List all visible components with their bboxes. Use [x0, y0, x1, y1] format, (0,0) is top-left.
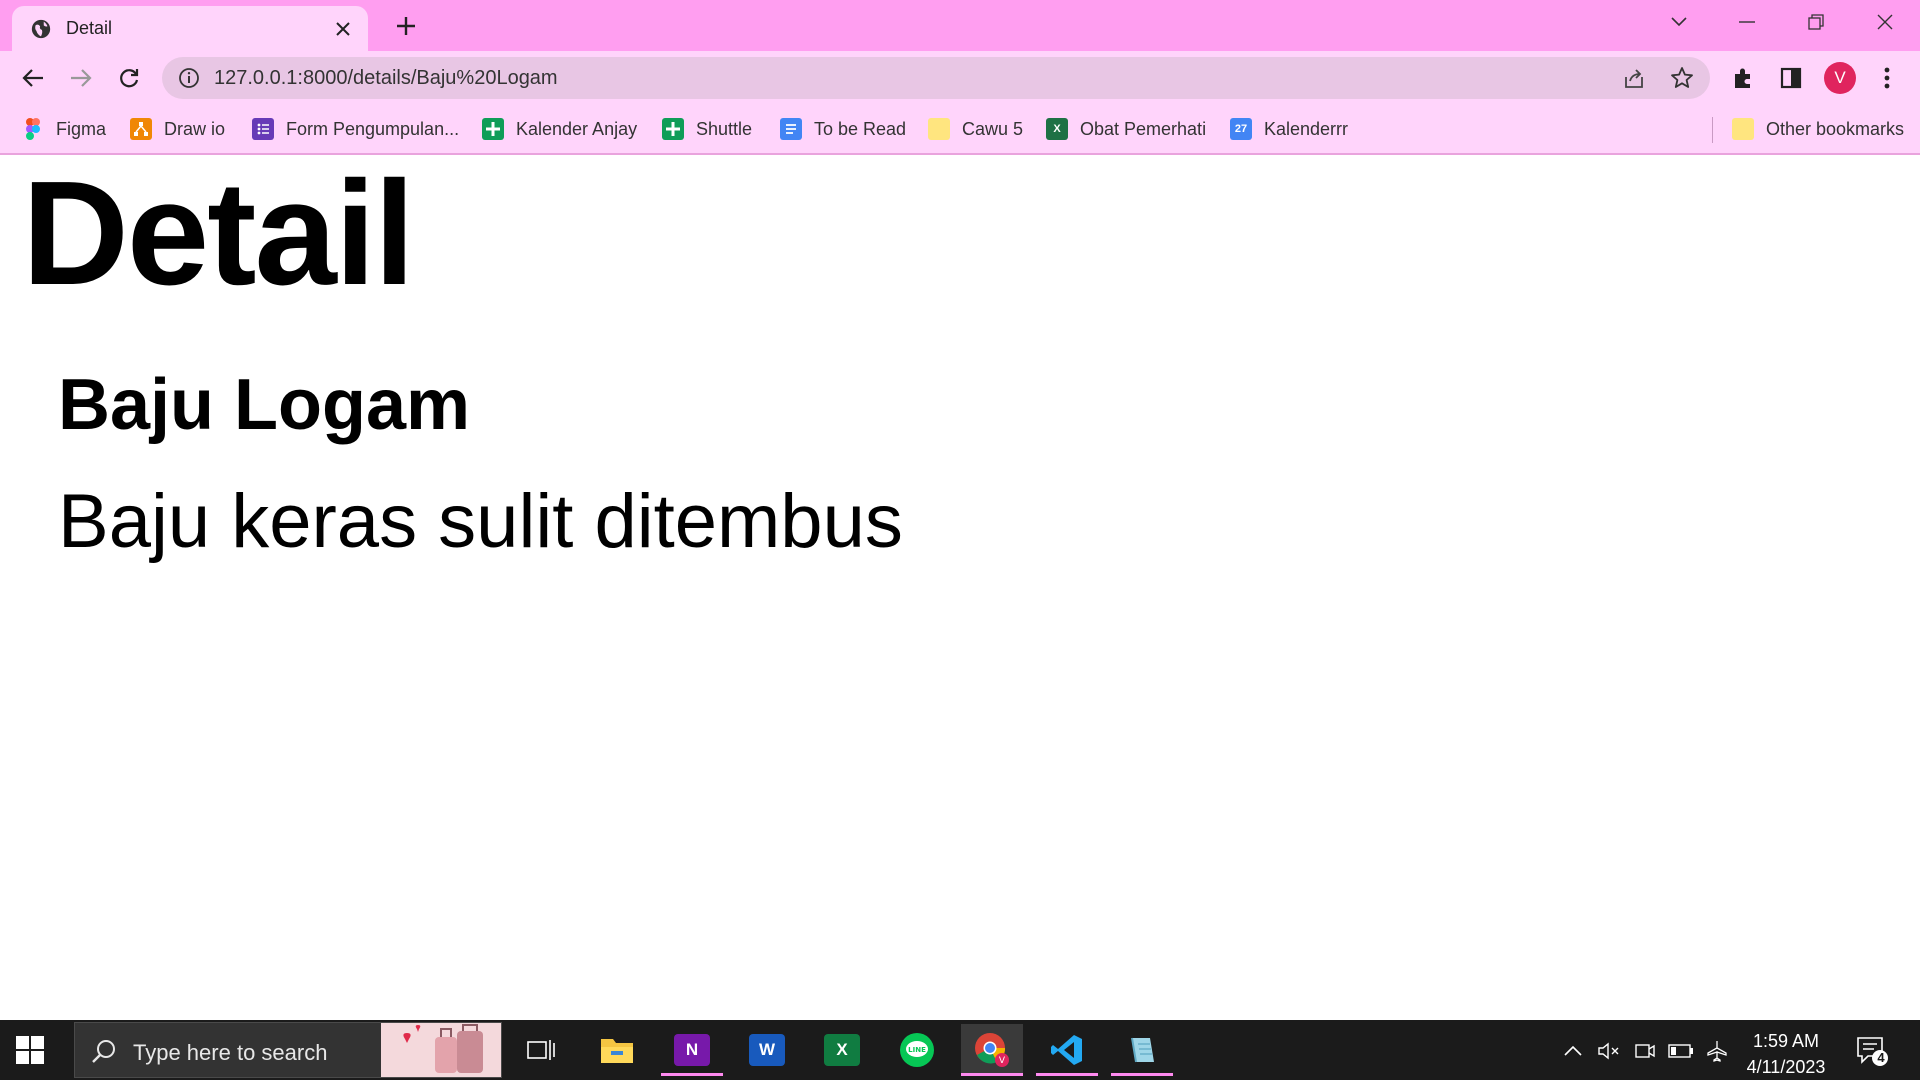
- folder-icon: [928, 118, 950, 140]
- volume-muted-icon[interactable]: [1596, 1038, 1622, 1064]
- other-bookmarks-label: Other bookmarks: [1766, 118, 1905, 139]
- bookmark-to-be-read[interactable]: To be Read: [780, 115, 906, 143]
- chrome-icon[interactable]: V: [961, 1024, 1023, 1076]
- browser-tab[interactable]: Detail: [12, 6, 368, 51]
- action-center-icon[interactable]: 4: [1854, 1034, 1890, 1068]
- clock-date: 4/11/2023: [1746, 1057, 1826, 1077]
- close-window-icon[interactable]: [1867, 8, 1903, 36]
- forward-button[interactable]: [66, 63, 96, 93]
- site-info-icon[interactable]: [178, 67, 200, 89]
- address-bar[interactable]: 127.0.0.1:8000/details/Baju%20Logam: [162, 57, 1710, 99]
- notification-count-badge: 4: [1877, 1050, 1885, 1065]
- windows-start-icon[interactable]: [16, 1036, 52, 1064]
- bookmarks-bar: Figma Draw io Form Pengumpulan... Kalend…: [0, 105, 1920, 155]
- taskbar-search-box[interactable]: Type here to search: [74, 1022, 502, 1078]
- svg-text:V: V: [999, 1056, 1006, 1066]
- windows-taskbar: Type here to search N W X LINE V 1:59 AM…: [0, 1020, 1920, 1080]
- globe-icon: [31, 19, 51, 38]
- item-description: Baju keras sulit ditembus: [58, 479, 903, 564]
- forms-icon: [252, 118, 274, 140]
- meet-now-icon[interactable]: [1632, 1038, 1658, 1064]
- url-text[interactable]: 127.0.0.1:8000/details/Baju%20Logam: [214, 67, 558, 90]
- folder-icon: [1732, 118, 1754, 140]
- bookmark-label: Kalender Anjay: [516, 118, 638, 139]
- extensions-icon[interactable]: [1728, 63, 1758, 93]
- side-panel-icon[interactable]: [1776, 63, 1806, 93]
- bookmark-figma[interactable]: Figma: [22, 115, 106, 143]
- bookmark-label: Obat Pemerhati: [1080, 118, 1207, 139]
- bookmark-label: Shuttle: [696, 118, 753, 139]
- search-icon: [92, 1040, 115, 1063]
- word-icon[interactable]: W: [736, 1024, 798, 1076]
- bookmark-kalenderrr[interactable]: 27 Kalenderrr: [1230, 115, 1348, 143]
- bookmark-label: Cawu 5: [962, 118, 1024, 139]
- calendar-icon: 27: [1230, 118, 1252, 140]
- sheets-icon: [662, 118, 684, 140]
- show-hidden-icons-chevron-icon[interactable]: [1560, 1038, 1586, 1064]
- item-name: Baju Logam: [58, 365, 471, 445]
- bookmark-form-pengumpulan[interactable]: Form Pengumpulan...: [252, 115, 459, 143]
- browser-toolbar: 127.0.0.1:8000/details/Baju%20Logam V: [0, 51, 1920, 105]
- share-icon[interactable]: [1622, 67, 1646, 91]
- back-button[interactable]: [18, 63, 48, 93]
- tab-title: Detail: [66, 18, 113, 38]
- page-heading: Detail: [22, 151, 415, 316]
- menu-kebab-icon[interactable]: [1872, 63, 1902, 93]
- profile-avatar[interactable]: V: [1824, 62, 1856, 94]
- luggage-illustration-icon: [381, 1023, 501, 1077]
- notepad-icon[interactable]: [1111, 1024, 1173, 1076]
- docs-icon: [780, 118, 802, 140]
- bookmark-label: Kalenderrr: [1264, 118, 1349, 139]
- drawio-icon: [130, 118, 152, 140]
- battery-icon[interactable]: [1668, 1038, 1694, 1064]
- minimize-icon[interactable]: [1729, 8, 1765, 36]
- bookmark-label: Form Pengumpulan...: [286, 118, 460, 139]
- bookmark-cawu-5[interactable]: Cawu 5: [928, 115, 1023, 143]
- figma-icon: [22, 118, 44, 140]
- bookmark-shuttle[interactable]: Shuttle: [662, 115, 752, 143]
- new-tab-button[interactable]: [392, 12, 420, 40]
- vscode-icon[interactable]: [1036, 1024, 1098, 1076]
- file-explorer-icon[interactable]: [586, 1024, 648, 1076]
- bookmarks-divider: [1712, 117, 1713, 143]
- bookmark-label: To be Read: [814, 118, 907, 139]
- task-view-icon[interactable]: [510, 1024, 572, 1076]
- bookmark-label: Draw io: [164, 118, 226, 139]
- airplane-mode-icon[interactable]: [1704, 1038, 1730, 1064]
- search-placeholder: Type here to search: [133, 1040, 328, 1065]
- reload-button[interactable]: [114, 63, 144, 93]
- bookmark-kalender-anjay[interactable]: Kalender Anjay: [482, 115, 637, 143]
- excel-icon: X: [1046, 118, 1068, 140]
- excel-icon[interactable]: X: [811, 1024, 873, 1076]
- close-tab-icon[interactable]: [332, 18, 354, 40]
- bookmark-obat-pemerhati[interactable]: X Obat Pemerhati: [1046, 115, 1206, 143]
- restore-icon[interactable]: [1798, 8, 1834, 36]
- onenote-icon[interactable]: N: [661, 1024, 723, 1076]
- svg-text:LINE: LINE: [908, 1046, 926, 1054]
- clock-time: 1:59 AM: [1752, 1031, 1820, 1051]
- tab-strip: Detail: [0, 0, 1920, 51]
- sheets-icon: [482, 118, 504, 140]
- bookmark-label: Figma: [56, 118, 107, 139]
- other-bookmarks-folder[interactable]: Other bookmarks: [1732, 115, 1904, 143]
- line-app-icon[interactable]: LINE: [886, 1024, 948, 1076]
- bookmark-star-icon[interactable]: [1670, 66, 1694, 90]
- tab-search-icon[interactable]: [1661, 8, 1697, 36]
- system-clock[interactable]: 1:59 AM 4/11/2023: [1738, 1028, 1834, 1080]
- bookmark-drawio[interactable]: Draw io: [130, 115, 225, 143]
